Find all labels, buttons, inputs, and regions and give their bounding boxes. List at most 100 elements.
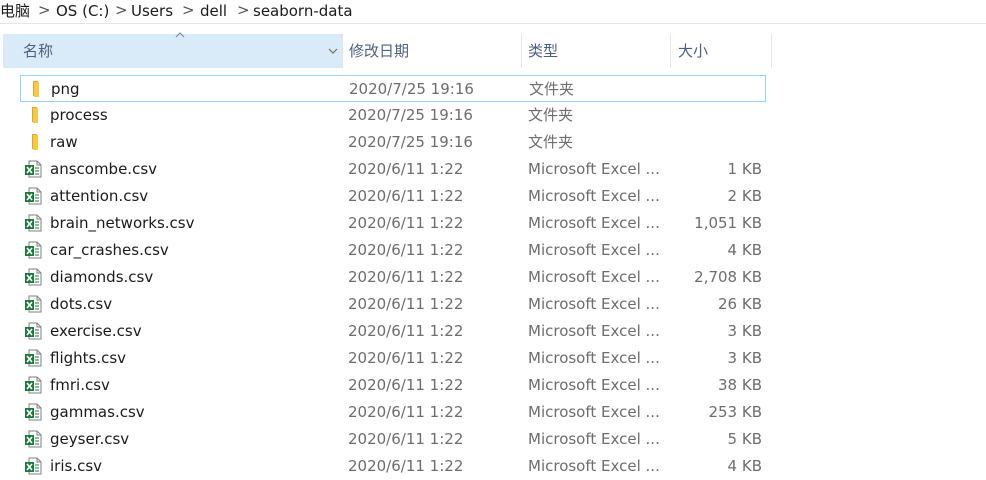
file-name: process [50, 106, 108, 124]
file-size: 2,708 KB [694, 268, 762, 286]
file-row[interactable]: geyser.csv 2020/6/11 1:22 Microsoft Excel … [20, 426, 766, 453]
file-type: Microsoft Excel ... [528, 241, 660, 259]
file-name: flights.csv [50, 349, 127, 367]
file-size: 5 KB [727, 430, 762, 448]
file-modified-date: 2020/6/11 1:22 [348, 403, 464, 421]
excel-file-icon [24, 241, 42, 259]
file-type: Microsoft Excel ... [528, 295, 660, 313]
file-row[interactable]: brain_networks.csv 2020/6/11 1:22 Microsof… [20, 210, 766, 237]
file-row[interactable]: gammas.csv 2020/6/11 1:22 Microsoft Excel … [20, 399, 766, 426]
file-modified-date: 2020/6/11 1:22 [348, 214, 464, 232]
file-size: 26 KB [718, 295, 762, 313]
excel-file-icon [24, 322, 42, 340]
file-size: 2 KB [727, 187, 762, 205]
excel-file-icon [24, 160, 42, 178]
file-name: car_crashes.csv [50, 241, 169, 259]
column-header-bar: 名称 修改日期 类型 大小 [0, 32, 986, 68]
breadcrumb: 电脑 > OS (C:) > Users > dell > seaborn-da… [0, 0, 986, 24]
file-type: Microsoft Excel ... [528, 187, 660, 205]
excel-file-icon [24, 295, 42, 313]
folder-icon [24, 106, 42, 124]
excel-file-icon [24, 214, 42, 232]
file-modified-date: 2020/6/11 1:22 [348, 430, 464, 448]
file-size: 38 KB [718, 376, 762, 394]
file-row[interactable]: dots.csv 2020/6/11 1:22 Microsoft Excel ..… [20, 291, 766, 318]
file-size: 4 KB [727, 241, 762, 259]
breadcrumb-item-users[interactable]: Users [131, 2, 173, 20]
file-size: 1 KB [727, 160, 762, 178]
file-modified-date: 2020/6/11 1:22 [348, 241, 464, 259]
file-size: 3 KB [727, 349, 762, 367]
file-modified-date: 2020/6/11 1:22 [348, 349, 464, 367]
column-header-name[interactable]: 名称 [3, 32, 342, 68]
file-type: Microsoft Excel ... [528, 403, 660, 421]
folder-icon [24, 133, 42, 151]
file-modified-date: 2020/6/11 1:22 [348, 268, 464, 286]
file-name: fmri.csv [50, 376, 110, 394]
excel-file-icon [24, 349, 42, 367]
file-name: brain_networks.csv [50, 214, 195, 232]
folder-icon [25, 80, 43, 98]
column-divider[interactable] [771, 34, 772, 68]
file-type: Microsoft Excel ... [528, 214, 660, 232]
file-name: exercise.csv [50, 322, 142, 340]
file-size: 1,051 KB [694, 214, 762, 232]
file-name: attention.csv [50, 187, 149, 205]
file-row[interactable]: fmri.csv 2020/6/11 1:22 Microsoft Excel ..… [20, 372, 766, 399]
file-modified-date: 2020/6/11 1:22 [348, 322, 464, 340]
excel-file-icon [24, 403, 42, 421]
file-row[interactable]: iris.csv 2020/6/11 1:22 Microsoft Excel ..… [20, 453, 766, 480]
breadcrumb-separator-icon[interactable]: > [115, 1, 128, 19]
file-name: geyser.csv [50, 430, 130, 448]
file-type: Microsoft Excel ... [528, 376, 660, 394]
column-header-date[interactable]: 修改日期 [343, 34, 521, 68]
file-modified-date: 2020/6/11 1:22 [348, 187, 464, 205]
excel-file-icon [24, 268, 42, 286]
file-type: 文件夹 [528, 106, 574, 124]
file-size: 3 KB [727, 322, 762, 340]
file-modified-date: 2020/6/11 1:22 [348, 295, 464, 313]
file-type: 文件夹 [528, 133, 574, 151]
file-row[interactable]: attention.csv 2020/6/11 1:22 Microsoft Exc… [20, 183, 766, 210]
file-modified-date: 2020/6/11 1:22 [348, 457, 464, 475]
file-type: Microsoft Excel ... [528, 322, 660, 340]
file-name: iris.csv [50, 457, 103, 475]
file-row[interactable]: process 2020/7/25 19:16 文件夹 [20, 102, 766, 129]
file-size: 253 KB [708, 403, 762, 421]
breadcrumb-separator-icon[interactable]: > [237, 1, 250, 19]
file-name: dots.csv [50, 295, 113, 313]
column-header-type[interactable]: 类型 [522, 34, 670, 68]
excel-file-icon [24, 376, 42, 394]
breadcrumb-item-dell[interactable]: dell [200, 2, 227, 20]
file-type: Microsoft Excel ... [528, 430, 660, 448]
file-modified-date: 2020/7/25 19:16 [348, 133, 473, 151]
sort-ascending-icon [175, 32, 185, 38]
file-row[interactable]: flights.csv 2020/6/11 1:22 Microsoft Excel… [20, 345, 766, 372]
file-type: Microsoft Excel ... [528, 349, 660, 367]
file-name: raw [50, 133, 78, 151]
breadcrumb-item-seaborn-data[interactable]: seaborn-data [253, 2, 353, 20]
file-name: anscombe.csv [50, 160, 158, 178]
breadcrumb-separator-icon[interactable]: > [182, 1, 195, 19]
file-row[interactable]: raw 2020/7/25 19:16 文件夹 [20, 129, 766, 156]
file-name: diamonds.csv [50, 268, 154, 286]
column-header-size[interactable]: 大小 [671, 34, 771, 68]
file-row[interactable]: anscombe.csv 2020/6/11 1:22 Microsoft Exce… [20, 156, 766, 183]
breadcrumb-item-computer[interactable]: 电脑 [0, 2, 30, 20]
file-modified-date: 2020/7/25 19:16 [348, 106, 473, 124]
file-name: gammas.csv [50, 403, 145, 421]
file-modified-date: 2020/6/11 1:22 [348, 160, 464, 178]
excel-file-icon [24, 187, 42, 205]
column-header-name-label: 名称 [23, 42, 54, 60]
excel-file-icon [24, 430, 42, 448]
file-row[interactable]: png 2020/7/25 19:16 文件夹 [20, 75, 766, 102]
file-row[interactable]: exercise.csv 2020/6/11 1:22 Microsoft Exce… [20, 318, 766, 345]
breadcrumb-item-drive[interactable]: OS (C:) [56, 2, 109, 20]
excel-file-icon [24, 457, 42, 475]
chevron-down-icon[interactable] [326, 44, 340, 58]
file-size: 4 KB [727, 457, 762, 475]
breadcrumb-separator-icon[interactable]: > [38, 1, 51, 19]
file-modified-date: 2020/6/11 1:22 [348, 376, 464, 394]
file-row[interactable]: car_crashes.csv 2020/6/11 1:22 Microsoft E… [20, 237, 766, 264]
file-row[interactable]: diamonds.csv 2020/6/11 1:22 Microsoft Exce… [20, 264, 766, 291]
